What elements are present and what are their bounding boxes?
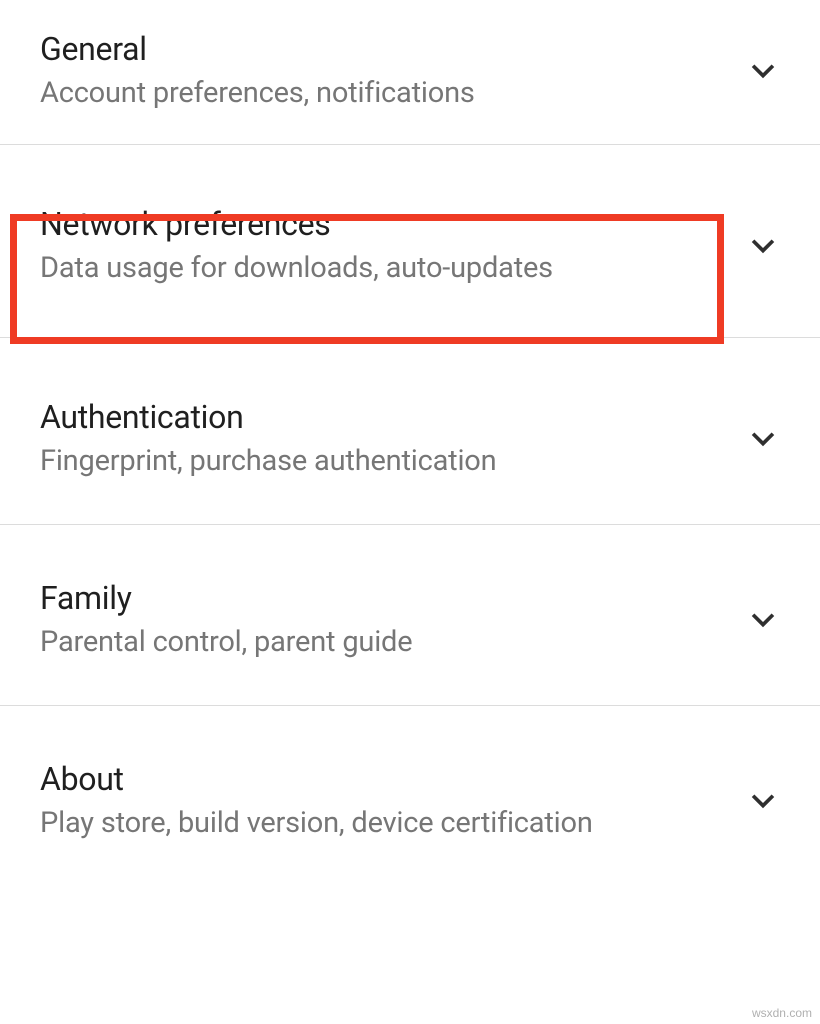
settings-item-title: General <box>40 30 726 68</box>
settings-item-title: Family <box>40 579 726 617</box>
settings-item-text: Network preferences Data usage for downl… <box>40 205 726 285</box>
chevron-down-icon <box>746 602 780 636</box>
settings-item-subtitle: Play store, build version, device certif… <box>40 806 726 840</box>
settings-item-network-preferences[interactable]: Network preferences Data usage for downl… <box>0 145 820 338</box>
chevron-down-icon <box>746 53 780 87</box>
settings-item-general[interactable]: General Account preferences, notificatio… <box>0 10 820 145</box>
settings-item-title: Authentication <box>40 398 726 436</box>
settings-list: General Account preferences, notificatio… <box>0 0 820 870</box>
settings-item-title: About <box>40 760 726 798</box>
settings-item-subtitle: Parental control, parent guide <box>40 625 726 659</box>
settings-item-subtitle: Fingerprint, purchase authentication <box>40 444 726 478</box>
watermark: wsxdn.com <box>752 1006 812 1020</box>
settings-item-authentication[interactable]: Authentication Fingerprint, purchase aut… <box>0 338 820 525</box>
settings-item-text: Family Parental control, parent guide <box>40 579 726 659</box>
settings-item-text: Authentication Fingerprint, purchase aut… <box>40 398 726 478</box>
settings-item-title: Network preferences <box>40 205 726 243</box>
chevron-down-icon <box>746 421 780 455</box>
settings-item-text: About Play store, build version, device … <box>40 760 726 840</box>
settings-item-about[interactable]: About Play store, build version, device … <box>0 706 820 870</box>
chevron-down-icon <box>746 783 780 817</box>
settings-item-subtitle: Account preferences, notifications <box>40 76 726 110</box>
chevron-down-icon <box>746 228 780 262</box>
settings-item-text: General Account preferences, notificatio… <box>40 30 726 110</box>
settings-item-family[interactable]: Family Parental control, parent guide <box>0 525 820 706</box>
settings-item-subtitle: Data usage for downloads, auto-updates <box>40 251 726 285</box>
